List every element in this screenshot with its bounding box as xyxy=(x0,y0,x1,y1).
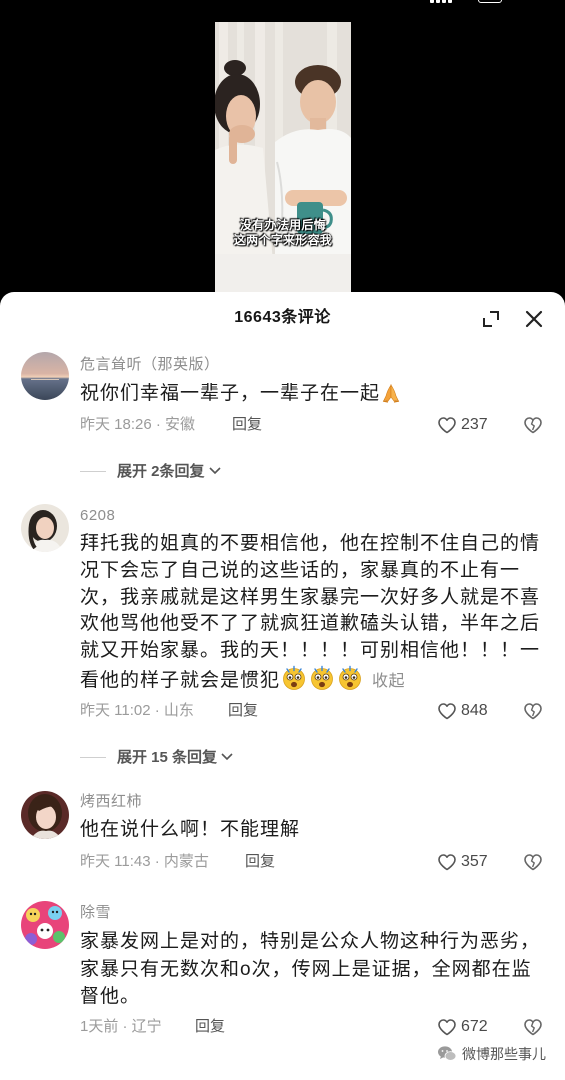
comment-item: 烤西红柿 他在说什么啊！不能理解 昨天 11:43 · 内蒙古 回复 357 xyxy=(0,791,565,871)
comment-line: 拜托我的姐真的不要相信他，他在控制不住自己的情 xyxy=(80,533,541,554)
comment-item: 危言耸听（那英版） 祝你们幸福一辈子，一辈子在一起 昨天 18:26 · 安徽 … xyxy=(0,352,565,434)
divider-line xyxy=(80,757,106,758)
comment-line: 欢他骂他他受不了了就疯狂道歉磕头认错，半年之后 xyxy=(80,613,541,635)
avatar[interactable] xyxy=(21,352,69,400)
shocked-emoji-icon xyxy=(336,665,364,700)
comment-line: 家暴发网上是对的，特别是公众人物这种行为恶劣， xyxy=(80,931,541,952)
comment-meta: 昨天 18:26 · 安徽 回复 237 xyxy=(0,415,565,435)
expand-icon[interactable] xyxy=(481,309,501,329)
comment-time-location: 昨天 11:43 · 内蒙古 xyxy=(80,853,209,870)
dislike-icon[interactable] xyxy=(523,415,543,435)
comment-line-text: 看他的样子就会是惯犯 xyxy=(80,669,281,691)
comment-line: 看他的样子就会是惯犯 收起 xyxy=(80,665,540,692)
close-icon[interactable] xyxy=(524,309,544,329)
comment-author[interactable]: 危言耸听（那英版） xyxy=(80,355,220,375)
comment-time-location: 昨天 11:02 · 山东 xyxy=(80,702,194,719)
wechat-icon xyxy=(437,1045,457,1063)
avatar[interactable] xyxy=(21,901,69,949)
reply-button[interactable]: 回复 xyxy=(195,1017,225,1037)
comment-meta: 昨天 11:43 · 内蒙古 回复 357 xyxy=(0,852,565,872)
reply-button[interactable]: 回复 xyxy=(232,415,262,435)
comment-line-text: 祝你们幸福一辈子，一辈子在一起 xyxy=(80,383,381,404)
comment-item: 6208 拜托我的姐真的不要相信他，他在控制不住自己的情 况下会忘了自己说的这些… xyxy=(0,504,565,720)
signal-icon xyxy=(430,0,452,3)
reply-button[interactable]: 回复 xyxy=(245,852,275,872)
comment-line: 家暴只有无数次和o次，传网上是证据，全网都在监 xyxy=(80,958,532,980)
watermark: 微博那些事儿 xyxy=(437,1044,557,1064)
like-count: 357 xyxy=(461,853,488,870)
heart-icon[interactable] xyxy=(437,415,457,435)
comment-line: 祝你们幸福一辈子，一辈子在一起 xyxy=(80,381,402,408)
expand-replies-button[interactable]: 展开 2条回复 xyxy=(0,461,565,481)
divider-line xyxy=(80,471,106,472)
heart-icon[interactable] xyxy=(437,1017,457,1037)
chevron-down-icon xyxy=(208,461,221,481)
comment-line: 就又开始家暴。我的天！！！！可别相信他！！！一 xyxy=(80,640,541,662)
comment-item: 除雪 家暴发网上是对的，特别是公众人物这种行为恶劣， 家暴只有无数次和o次，传网… xyxy=(0,901,565,1036)
shocked-emoji-icon xyxy=(308,665,336,700)
comment-text: 家暴发网上是对的，特别是公众人物这种行为恶劣， 家暴只有无数次和o次，传网上是证… xyxy=(80,928,540,1011)
comment-author[interactable]: 烤西红柿 xyxy=(80,792,142,812)
shocked-emoji-icon xyxy=(280,665,308,700)
battery-icon xyxy=(478,0,502,3)
video-player[interactable]: 没有办法用后悔 这两个字来形容我 xyxy=(215,22,351,292)
avatar[interactable] xyxy=(21,504,69,552)
comment-text: 祝你们幸福一辈子，一辈子在一起 xyxy=(80,381,402,408)
expand-replies-label: 展开 15 条回复 xyxy=(117,749,218,766)
comments-sheet: 16643条评论 危言耸听（那英版） 祝你们幸福一辈子，一辈子在一起 昨天 18… xyxy=(0,292,565,1080)
dislike-icon[interactable] xyxy=(523,852,543,872)
like-count: 848 xyxy=(461,702,488,719)
heart-icon[interactable] xyxy=(437,852,457,872)
subtitle-line: 这两个字来形容我 xyxy=(233,233,333,247)
like-count: 237 xyxy=(461,416,488,433)
video-subtitle: 没有办法用后悔 这两个字来形容我 xyxy=(215,218,351,248)
sunset-sea-avatar xyxy=(21,352,69,400)
expand-replies-row[interactable]: 展开 15 条回复 xyxy=(117,747,233,768)
pray-emoji-icon xyxy=(380,382,402,413)
comment-time-location: 1天前 · 辽宁 xyxy=(80,1018,162,1035)
comment-meta: 昨天 11:02 · 山东 回复 848 xyxy=(0,701,565,721)
expand-replies-row[interactable]: 展开 2条回复 xyxy=(117,461,221,482)
woman-selfie-avatar xyxy=(21,791,69,839)
expand-replies-label: 展开 2条回复 xyxy=(117,463,205,480)
comment-text: 拜托我的姐真的不要相信他，他在控制不住自己的情 况下会忘了自己说的这些话的，家暴… xyxy=(80,531,540,692)
chevron-down-icon xyxy=(221,747,233,767)
cartoon-pattern-avatar xyxy=(21,901,69,949)
dislike-icon[interactable] xyxy=(523,1017,543,1037)
avatar[interactable] xyxy=(21,791,69,839)
heart-icon[interactable] xyxy=(437,701,457,721)
woman-portrait-avatar xyxy=(21,504,69,552)
status-bar xyxy=(0,0,565,6)
dislike-icon[interactable] xyxy=(523,701,543,721)
comment-line: 他在说什么啊！不能理解 xyxy=(80,819,301,840)
expand-replies-button[interactable]: 展开 15 条回复 xyxy=(0,747,565,767)
watermark-text: 微博那些事儿 xyxy=(462,1046,546,1062)
like-count: 672 xyxy=(461,1018,488,1035)
subtitle-line: 没有办法用后悔 xyxy=(239,218,327,232)
screen: 没有办法用后悔 这两个字来形容我 16643条评论 危言耸听（那英版） 祝你们幸… xyxy=(0,0,565,1080)
comment-line: 督他。 xyxy=(80,986,141,1007)
comment-author[interactable]: 除雪 xyxy=(80,903,111,923)
comment-time-location: 昨天 18:26 · 安徽 xyxy=(80,416,196,433)
comment-author[interactable]: 6208 xyxy=(80,506,115,526)
reply-button[interactable]: 回复 xyxy=(228,701,258,721)
collapse-link[interactable]: 收起 xyxy=(372,673,405,690)
comment-meta: 1天前 · 辽宁 回复 672 xyxy=(0,1017,565,1037)
comment-line: 次，我亲戚就是这样男生家暴完一次好多人就是不喜 xyxy=(80,586,541,608)
comment-text: 他在说什么啊！不能理解 xyxy=(80,817,300,844)
video-frame xyxy=(215,22,351,292)
comment-line: 况下会忘了自己说的这些话的，家暴真的不止有一 xyxy=(80,559,521,581)
